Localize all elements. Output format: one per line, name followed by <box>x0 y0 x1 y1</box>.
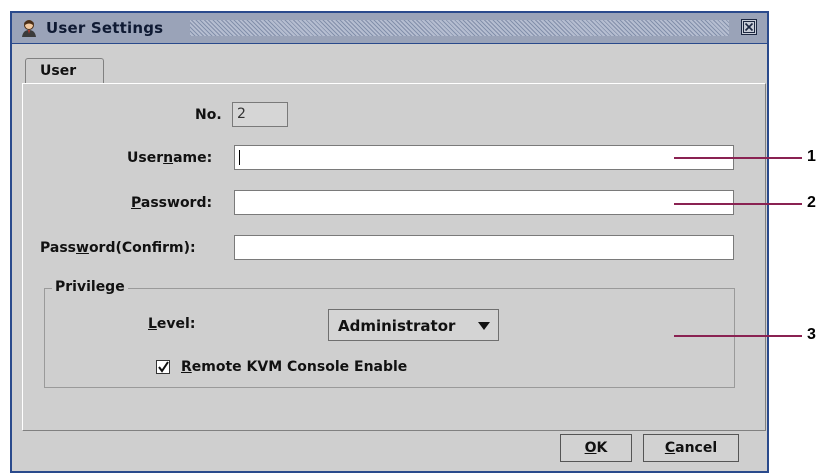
username-input[interactable] <box>234 145 734 170</box>
password-input[interactable] <box>234 190 734 215</box>
username-label: Username: <box>127 150 213 166</box>
dropdown-arrow-icon <box>478 322 490 330</box>
cancel-button[interactable]: Cancel <box>643 434 739 462</box>
tab-user-label: User <box>40 63 77 79</box>
title-bar[interactable]: User Settings <box>12 13 767 44</box>
no-label: No. <box>195 107 222 123</box>
title-bar-pattern <box>190 20 729 36</box>
checkmark-icon <box>158 361 169 373</box>
close-icon <box>743 21 755 33</box>
no-field: 2 <box>232 102 288 127</box>
tab-user[interactable]: User <box>25 58 104 84</box>
password-label: Password: <box>131 195 213 211</box>
callout-number-3: 3 <box>807 326 816 343</box>
level-label: Level: <box>148 316 196 332</box>
callout-number-2: 2 <box>807 194 816 211</box>
callout-line-3 <box>674 335 802 337</box>
password-confirm-label: Password(Confirm): <box>40 240 196 256</box>
level-selected-value: Administrator <box>338 317 456 335</box>
privilege-group-title: Privilege <box>52 279 128 295</box>
callout-line-2 <box>674 203 802 205</box>
ok-button[interactable]: OK <box>560 434 632 462</box>
remote-kvm-label[interactable]: Remote KVM Console Enable <box>181 359 407 375</box>
password-confirm-input[interactable] <box>234 235 734 260</box>
callout-line-1 <box>674 157 802 159</box>
level-dropdown[interactable]: Administrator <box>328 309 499 341</box>
text-caret <box>239 150 240 165</box>
window-title: User Settings <box>46 19 170 37</box>
callout-number-1: 1 <box>807 148 816 165</box>
remote-kvm-checkbox[interactable] <box>156 360 170 374</box>
user-icon <box>22 20 36 37</box>
close-button[interactable] <box>741 19 757 35</box>
no-value: 2 <box>237 106 246 122</box>
